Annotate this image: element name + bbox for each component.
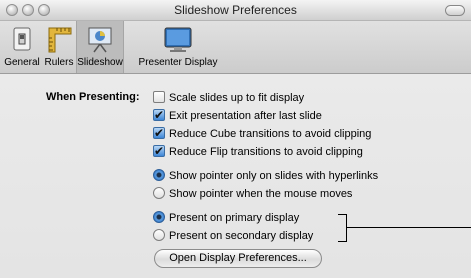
primary-display-label: Present on primary display xyxy=(169,212,300,224)
monitor-icon xyxy=(164,27,192,52)
general-switch-icon xyxy=(13,27,31,51)
radio-selected[interactable] xyxy=(153,211,165,224)
secondary-display-label: Present on secondary display xyxy=(169,230,314,242)
tab-rulers-label: Rulers xyxy=(44,57,74,68)
exit-presentation-checkbox[interactable]: Exit presentation after last slide xyxy=(153,107,322,124)
tab-slideshow[interactable]: Slideshow xyxy=(76,21,124,73)
window-title: Slideshow Preferences xyxy=(174,3,297,17)
callout-line xyxy=(346,227,471,228)
tab-rulers[interactable]: Rulers xyxy=(42,21,76,73)
checkbox-checked[interactable] xyxy=(153,125,165,141)
checkbox-unchecked[interactable] xyxy=(153,91,165,104)
radio-unselected[interactable] xyxy=(153,187,165,200)
primary-display-radio[interactable]: Present on primary display xyxy=(153,210,299,226)
ruler-icon xyxy=(48,27,72,53)
tab-presenter-display-label: Presenter Display xyxy=(138,57,218,68)
preferences-toolbar: General Rulers Slideshow Presenter Displ… xyxy=(0,21,471,74)
tab-general[interactable]: General xyxy=(2,21,42,73)
radio-unselected[interactable] xyxy=(153,229,165,242)
pointer-mouse-moves-radio[interactable]: Show pointer when the mouse moves xyxy=(153,186,352,202)
title-bar: Slideshow Preferences xyxy=(0,0,471,21)
toolbar-toggle-button[interactable] xyxy=(445,5,465,16)
display-group-bracket xyxy=(338,214,347,242)
pointer-hyperlinks-label: Show pointer only on slides with hyperli… xyxy=(169,170,379,182)
when-presenting-label: When Presenting: xyxy=(46,91,140,103)
preferences-window: Slideshow Preferences General Rulers Sli… xyxy=(0,0,471,278)
checkbox-checked[interactable] xyxy=(153,143,165,159)
secondary-display-radio[interactable]: Present on secondary display xyxy=(153,228,313,244)
tab-presenter-display[interactable]: Presenter Display xyxy=(128,21,228,73)
scale-slides-checkbox[interactable]: Scale slides up to fit display xyxy=(153,90,304,106)
tab-general-label: General xyxy=(4,57,40,68)
reduce-flip-checkbox[interactable]: Reduce Flip transitions to avoid clippin… xyxy=(153,143,363,160)
reduce-flip-label: Reduce Flip transitions to avoid clippin… xyxy=(169,146,363,158)
radio-selected[interactable] xyxy=(153,169,165,182)
reduce-cube-label: Reduce Cube transitions to avoid clippin… xyxy=(169,128,372,140)
scale-slides-label: Scale slides up to fit display xyxy=(169,92,305,104)
pointer-mouse-moves-label: Show pointer when the mouse moves xyxy=(169,188,353,200)
pointer-hyperlinks-radio[interactable]: Show pointer only on slides with hyperli… xyxy=(153,168,378,184)
tab-slideshow-label: Slideshow xyxy=(77,57,123,68)
exit-presentation-label: Exit presentation after last slide xyxy=(169,110,322,122)
open-display-preferences-button[interactable]: Open Display Preferences... xyxy=(154,249,322,268)
checkbox-checked[interactable] xyxy=(153,107,165,123)
slideshow-pane: When Presenting: Scale slides up to fit … xyxy=(0,74,471,278)
reduce-cube-checkbox[interactable]: Reduce Cube transitions to avoid clippin… xyxy=(153,125,372,142)
slideshow-icon xyxy=(88,27,112,53)
